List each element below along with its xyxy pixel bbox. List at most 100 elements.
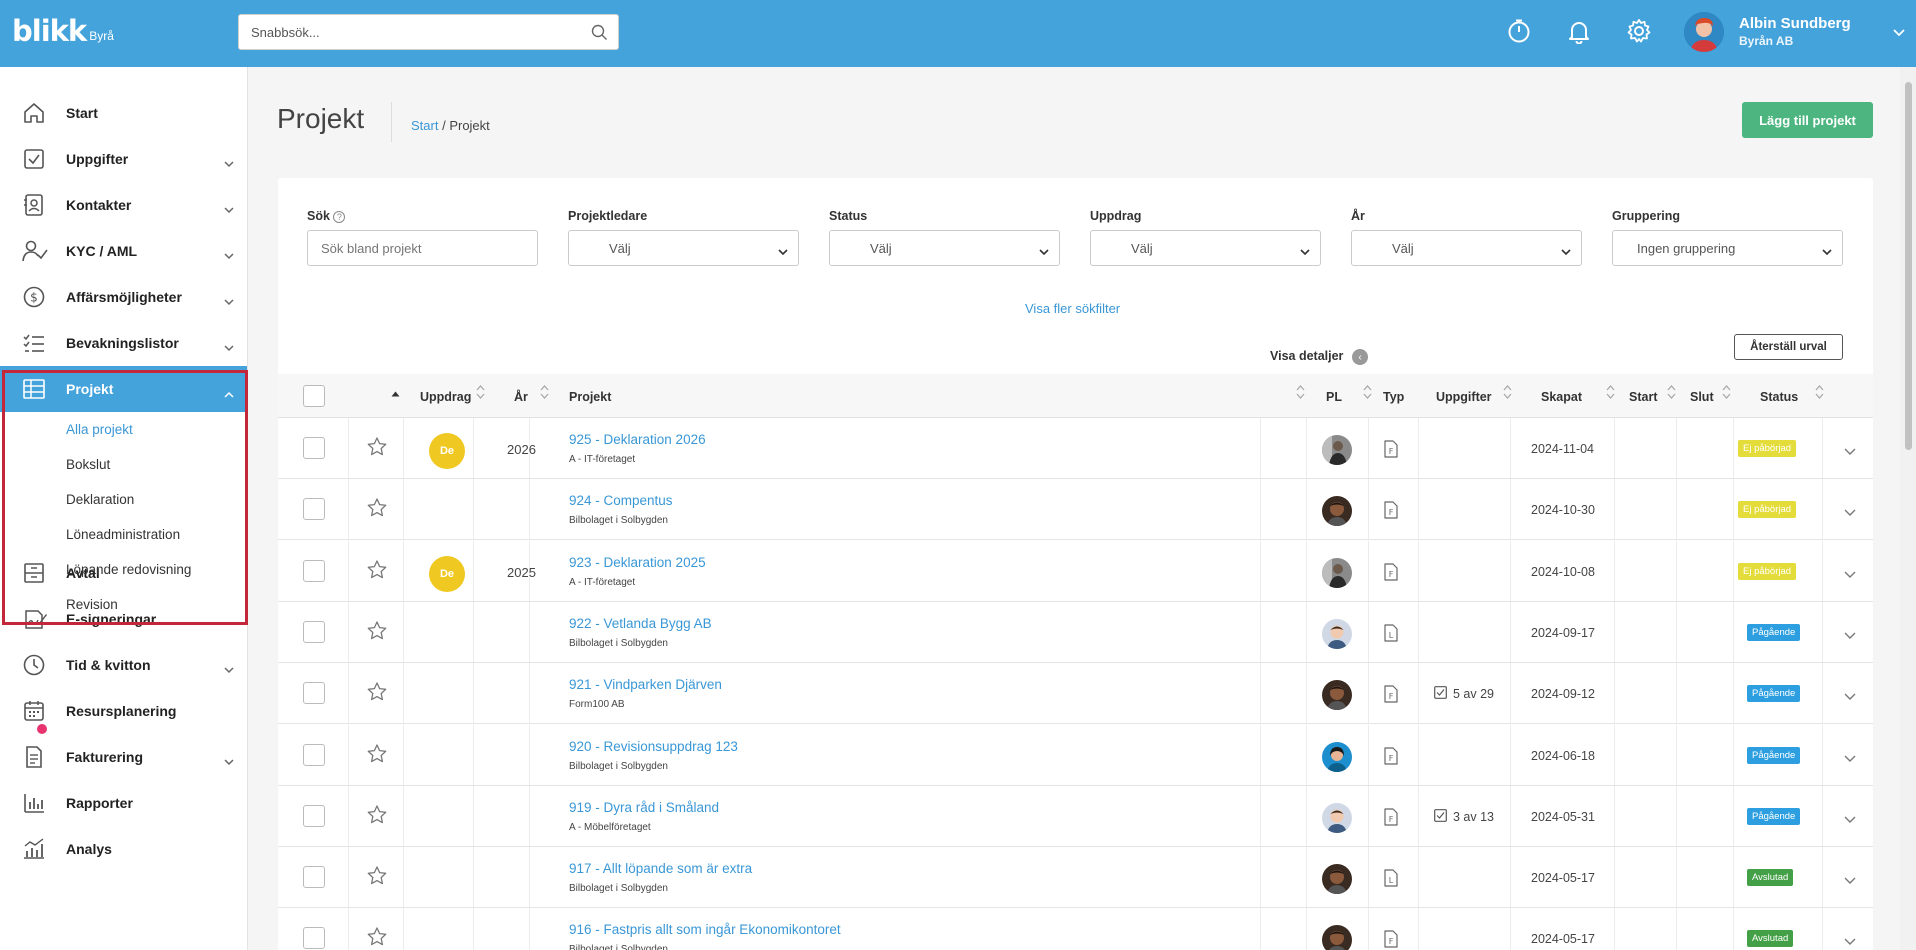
gear-icon[interactable] <box>1623 15 1655 47</box>
add-project-button[interactable]: Lägg till projekt <box>1742 102 1873 138</box>
chevron-down-icon[interactable] <box>1844 811 1856 829</box>
more-filters-link[interactable]: Visa fler sökfilter <box>1025 301 1120 316</box>
project-leader-avatar[interactable] <box>1322 618 1352 649</box>
col-pl[interactable]: PL <box>1326 390 1342 404</box>
quick-search-input[interactable] <box>239 15 618 49</box>
sort-uppgifter-icon[interactable] <box>1503 384 1512 400</box>
table-row[interactable]: 919 - Dyra råd i Småland A - Möbelföretag… <box>278 785 1873 847</box>
sidebar-subitem-löpande-redovisning[interactable]: Löpande redovisning <box>66 562 191 577</box>
show-details-label[interactable]: Visa detaljer <box>1270 349 1343 363</box>
project-leader-avatar[interactable] <box>1322 925 1352 950</box>
project-name-link[interactable]: 925 - Deklaration 2026 <box>569 432 706 447</box>
star-icon[interactable] <box>367 805 387 829</box>
chevron-up-icon[interactable] <box>224 385 234 403</box>
row-checkbox[interactable] <box>303 498 325 521</box>
sort-status-icon[interactable] <box>1815 384 1824 400</box>
project-name-link[interactable]: 922 - Vetlanda Bygg AB <box>569 616 712 631</box>
project-leader-avatar[interactable] <box>1322 802 1352 833</box>
project-name-link[interactable]: 919 - Dyra råd i Småland <box>569 800 719 815</box>
status-select[interactable]: Välj <box>829 230 1060 266</box>
chevron-down-icon[interactable] <box>224 293 234 311</box>
star-icon[interactable] <box>367 498 387 522</box>
sidebar-item-affärsmöjligheter[interactable]: $ Affärsmöjligheter <box>0 274 247 320</box>
sort-up-icon[interactable] <box>391 384 400 402</box>
scrollbar-thumb[interactable] <box>1905 82 1912 450</box>
sidebar-item-tid-kvitton[interactable]: Tid & kvitton <box>0 642 247 688</box>
col-skapat[interactable]: Skapat <box>1541 390 1582 404</box>
row-checkbox[interactable] <box>303 437 325 459</box>
user-name[interactable]: Albin Sundberg <box>1739 15 1851 32</box>
stopwatch-icon[interactable] <box>1503 15 1535 47</box>
sidebar-item-bevakningslistor[interactable]: Bevakningslistor <box>0 320 247 366</box>
chevron-down-icon[interactable] <box>1844 688 1856 706</box>
chevron-down-icon[interactable] <box>224 339 234 357</box>
sidebar-subitem-deklaration[interactable]: Deklaration <box>66 492 134 507</box>
chevron-down-icon[interactable] <box>1844 566 1856 584</box>
chevron-down-icon[interactable] <box>1844 627 1856 645</box>
help-icon[interactable]: ? <box>333 211 346 223</box>
chevron-down-icon[interactable] <box>1844 933 1856 950</box>
chevron-left-icon[interactable]: ‹ <box>1352 349 1368 365</box>
project-name-link[interactable]: 921 - Vindparken Djärven <box>569 677 722 692</box>
table-row[interactable]: De 2026 925 - Deklaration 2026 A - IT-föret… <box>278 418 1873 479</box>
uppdrag-select[interactable]: Välj <box>1090 230 1321 266</box>
logo[interactable]: blikk Byrå <box>12 14 114 48</box>
bell-icon[interactable] <box>1563 15 1595 47</box>
col-slut[interactable]: Slut <box>1690 390 1714 404</box>
star-icon[interactable] <box>367 437 387 461</box>
project-leader-avatar[interactable] <box>1322 496 1352 527</box>
star-icon[interactable] <box>367 866 387 890</box>
sort-slut-icon[interactable] <box>1722 384 1731 400</box>
select-all-checkbox[interactable] <box>303 385 325 407</box>
project-leader-avatar[interactable] <box>1322 435 1352 465</box>
sort-skapat-icon[interactable] <box>1606 384 1615 400</box>
row-checkbox[interactable] <box>303 682 325 705</box>
chevron-down-icon[interactable] <box>1844 750 1856 768</box>
project-name-link[interactable]: 917 - Allt löpande som är extra <box>569 861 752 876</box>
chevron-down-icon[interactable] <box>1844 872 1856 890</box>
sort-projekt-icon[interactable] <box>1296 384 1305 400</box>
project-name-link[interactable]: 924 - Compentus <box>569 493 673 508</box>
row-checkbox[interactable] <box>303 866 325 889</box>
row-checkbox[interactable] <box>303 743 325 766</box>
breadcrumb-start-link[interactable]: Start <box>411 118 438 133</box>
col-uppgifter[interactable]: Uppgifter <box>1436 390 1492 404</box>
table-row[interactable]: 916 - Fastpris allt som ingår Ekonomikon… <box>278 908 1873 950</box>
sidebar-item-analys[interactable]: Analys <box>0 826 247 872</box>
chevron-down-icon[interactable] <box>1844 443 1856 461</box>
row-checkbox[interactable] <box>303 927 325 950</box>
sidebar-item-uppgifter[interactable]: Uppgifter <box>0 136 247 182</box>
row-checkbox[interactable] <box>303 620 325 643</box>
table-row[interactable]: 921 - Vindparken Djärven Form100 AB F 5 av … <box>278 663 1873 725</box>
star-icon[interactable] <box>367 927 387 950</box>
chevron-down-icon[interactable] <box>224 661 234 679</box>
sidebar-subitem-revision[interactable]: Revision <box>66 597 118 612</box>
star-icon[interactable] <box>367 743 387 768</box>
projektledare-select[interactable]: Välj <box>568 230 799 266</box>
table-row[interactable]: 920 - Revisionsuppdrag 123 Bilbolaget i S… <box>278 724 1873 786</box>
ar-select[interactable]: Välj <box>1351 230 1582 266</box>
chevron-down-icon[interactable] <box>224 155 234 173</box>
project-leader-avatar[interactable] <box>1322 864 1352 895</box>
sidebar-item-rapporter[interactable]: Rapporter <box>0 780 247 826</box>
project-leader-avatar[interactable] <box>1322 557 1352 588</box>
sort-ar-icon[interactable] <box>540 384 549 400</box>
col-typ[interactable]: Typ <box>1383 390 1404 404</box>
chevron-down-icon[interactable] <box>224 753 234 771</box>
chevron-down-icon[interactable] <box>224 247 234 265</box>
sort-uppdrag-icon[interactable] <box>476 384 485 400</box>
sidebar-item-e-signeringar[interactable]: E-signeringar <box>0 596 247 642</box>
sidebar-item-kontakter[interactable]: Kontakter <box>0 182 247 228</box>
star-icon[interactable] <box>367 621 387 645</box>
sidebar-item-fakturering[interactable]: Fakturering <box>0 734 247 780</box>
row-checkbox[interactable] <box>303 559 325 582</box>
col-start[interactable]: Start <box>1629 390 1657 404</box>
sidebar-subitem-löneadministration[interactable]: Löneadministration <box>66 527 180 542</box>
gruppering-select[interactable]: Ingen gruppering <box>1612 230 1843 266</box>
search-icon[interactable] <box>591 24 608 46</box>
table-row[interactable]: 922 - Vetlanda Bygg AB Bilbolaget i Solby… <box>278 601 1873 663</box>
star-icon[interactable] <box>367 559 387 584</box>
project-name-link[interactable]: 923 - Deklaration 2025 <box>569 555 706 570</box>
col-status[interactable]: Status <box>1760 390 1798 404</box>
user-avatar[interactable] <box>1684 12 1724 52</box>
